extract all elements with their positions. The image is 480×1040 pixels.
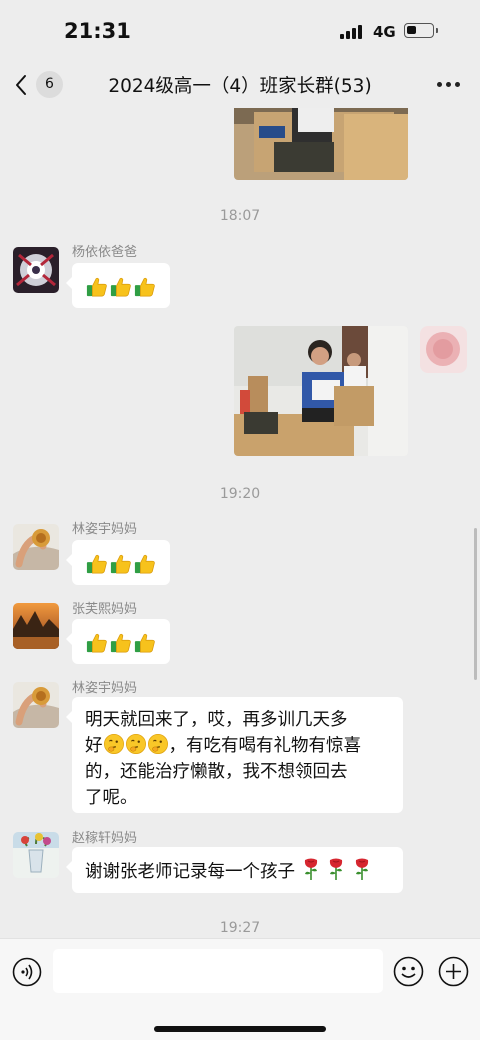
- message-bubble[interactable]: [66, 263, 170, 308]
- avatar[interactable]: [13, 603, 59, 649]
- self-avatar[interactable]: [420, 326, 467, 373]
- more-dots-icon[interactable]: [437, 81, 461, 89]
- photo-message[interactable]: [234, 108, 408, 180]
- unread-badge: 6: [36, 71, 63, 98]
- chevron-left-icon: [16, 75, 26, 95]
- emoji-row: [86, 553, 156, 575]
- message-text: ，有吃有喝有礼物有惊喜: [168, 736, 362, 756]
- thinking-face-icon: [125, 733, 147, 755]
- voice-icon[interactable]: [12, 957, 42, 987]
- rose-icon: [326, 857, 346, 881]
- chat-title: 2024级高一（4）班家长群(53): [108, 76, 372, 97]
- photo-message[interactable]: [234, 326, 408, 456]
- thumbs-up-icon: [134, 553, 156, 575]
- home-indicator: [154, 1026, 326, 1032]
- thumbs-up-icon: [86, 632, 108, 654]
- avatar[interactable]: [13, 524, 59, 570]
- thumbs-up-icon: [110, 632, 132, 654]
- sender-name: 张芙熙妈妈: [72, 602, 138, 617]
- chat-area[interactable]: 18:07 杨依依爸爸 19:20 林姿宇妈妈 张芙熙妈妈 林姿宇妈妈 明天就回…: [0, 108, 480, 938]
- status-time: 21:31: [64, 19, 131, 43]
- avatar-image: [13, 524, 59, 570]
- emoji-icon[interactable]: [393, 956, 424, 987]
- avatar-image: [13, 682, 59, 728]
- message-text: 好: [85, 736, 103, 756]
- rose-icon: [301, 857, 321, 881]
- message-bubble[interactable]: [66, 540, 170, 585]
- thinking-face-icon: [147, 733, 169, 755]
- classroom-photo-image: [234, 326, 408, 456]
- thumbs-up-icon: [86, 553, 108, 575]
- classroom-photo-image: [234, 108, 408, 180]
- battery-icon: [404, 23, 438, 38]
- message-input[interactable]: [53, 949, 383, 993]
- avatar-image: [13, 832, 59, 878]
- message-bubble[interactable]: [66, 619, 170, 664]
- back-button[interactable]: 6: [14, 69, 66, 101]
- sender-name: 赵稼轩妈妈: [72, 831, 138, 846]
- self-avatar-image: [420, 326, 467, 373]
- message-line: 明天就回来了，哎，再多训几天多: [85, 710, 348, 730]
- avatar[interactable]: [13, 682, 59, 728]
- time-separator: 19:20: [219, 486, 261, 502]
- time-separator: 18:07: [219, 208, 261, 224]
- avatar-image: [13, 247, 59, 293]
- message-line: 好 ，有吃有喝有礼物有惊喜: [85, 733, 390, 759]
- thumbs-up-icon: [110, 553, 132, 575]
- emoji-row: [86, 276, 156, 298]
- sender-name: 林姿宇妈妈: [72, 522, 138, 537]
- thumbs-up-icon: [86, 276, 108, 298]
- sender-name: 杨依依爸爸: [72, 245, 138, 260]
- scrollbar[interactable]: [474, 528, 477, 680]
- time-separator: 19:27: [219, 920, 261, 936]
- nav-bar: 6 2024级高一（4）班家长群(53): [0, 62, 480, 108]
- avatar[interactable]: [13, 832, 59, 878]
- thumbs-up-icon: [134, 632, 156, 654]
- network-type: 4G: [373, 23, 396, 41]
- emoji-row: [86, 632, 156, 654]
- message-bubble[interactable]: 明天就回来了，哎，再多训几天多 好 ，有吃有喝有礼物有惊喜 的，还能治疗懒散，我不…: [66, 697, 403, 813]
- status-bar: 21:31 4G: [0, 0, 480, 62]
- message-text: 谢谢张老师记录每一个孩子: [85, 862, 295, 882]
- message-line: 了呢。: [85, 788, 138, 808]
- sender-name: 林姿宇妈妈: [72, 681, 138, 696]
- thumbs-up-icon: [134, 276, 156, 298]
- thumbs-up-icon: [110, 276, 132, 298]
- thinking-face-icon: [103, 733, 125, 755]
- plus-icon[interactable]: [438, 956, 469, 987]
- message-bubble[interactable]: 谢谢张老师记录每一个孩子: [66, 847, 403, 893]
- avatar-image: [13, 603, 59, 649]
- avatar[interactable]: [13, 247, 59, 293]
- rose-icon: [352, 857, 372, 881]
- message-line: 的，还能治疗懒散，我不想领回去: [85, 762, 348, 782]
- signal-icon: [340, 25, 366, 39]
- input-bar: [0, 938, 480, 1040]
